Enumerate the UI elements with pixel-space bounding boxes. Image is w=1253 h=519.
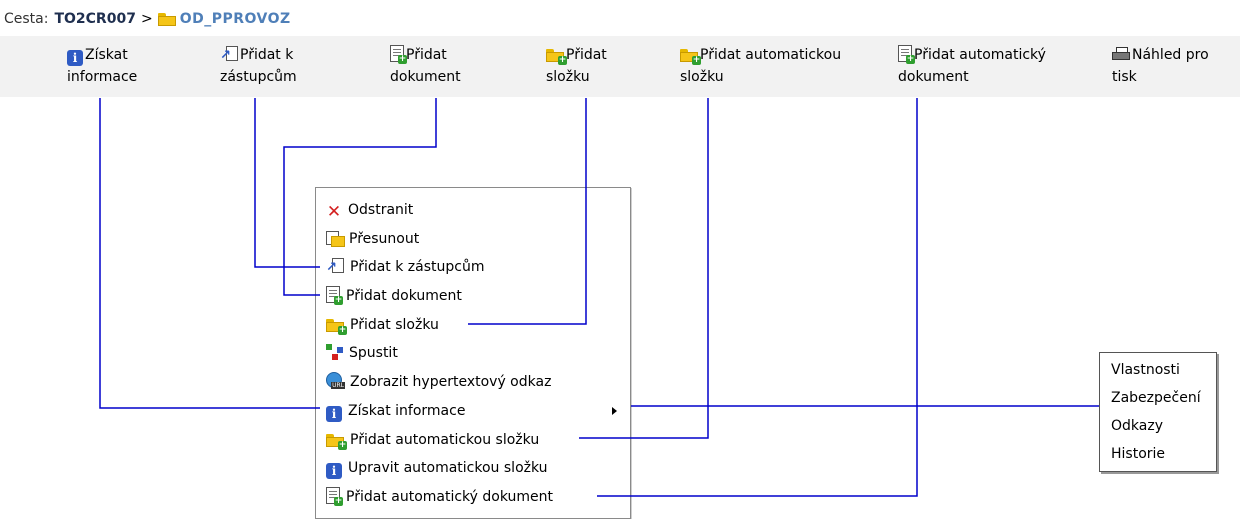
toolbar-label: Přidat [566,47,607,63]
menu-item-label: Přidat dokument [346,288,462,304]
menu-item-label: Spustit [349,345,398,361]
run-workflow-icon [326,344,343,360]
toolbar-label: tisk [1112,69,1137,85]
toolbar-print-preview[interactable]: Náhled pro tisk [1112,44,1209,88]
submenu-item-properties[interactable]: Vlastnosti [1111,358,1180,382]
breadcrumb-node[interactable]: TO2CR007 [54,11,135,27]
breadcrumb-label: Cesta: [4,11,49,27]
menu-item-delete[interactable]: ✕ Odstranit [326,198,413,222]
toolbar-add-folder[interactable]: + Přidat složku [546,44,607,88]
menu-item-add-shortcut[interactable]: ↗ Přidat k zástupcům [326,255,484,279]
connector-get-info [99,98,320,409]
toolbar-label: zástupcům [220,69,297,85]
submenu: Vlastnosti Zabezpečení Odkazy Historie [1099,352,1217,472]
add-shortcut-icon: ↗ [220,46,238,62]
add-auto-folder-icon: + [680,49,701,65]
toolbar-label: složku [680,69,724,85]
connector-add-auto-document [597,98,918,497]
add-shortcut-icon: ↗ [326,258,344,274]
add-folder-icon: + [546,49,567,65]
toolbar-label: Přidat [406,47,447,63]
connector-add-shortcut [254,98,320,268]
add-auto-folder-icon: + [326,434,347,450]
context-menu: ✕ Odstranit Přesunout ↗ Přidat k zástupcům… [315,187,631,519]
submenu-arrow-icon[interactable] [612,407,617,415]
toolbar-label: Získat [85,47,128,63]
menu-item-add-auto-folder[interactable]: + Přidat automatickou složku [326,428,539,452]
toolbar-label: Přidat automatickou [700,47,842,63]
toolbar-label: informace [67,69,138,85]
submenu-item-history[interactable]: Historie [1111,442,1165,466]
menu-item-add-document[interactable]: + Přidat dokument [326,284,462,308]
menu-item-label: Přidat k zástupcům [350,259,485,275]
info-icon: i [326,406,342,422]
toolbar-add-shortcut[interactable]: ↗ Přidat k zástupcům [220,44,297,88]
menu-item-label: Zobrazit hypertextový odkaz [350,374,552,390]
menu-item-show-url[interactable]: URL Zobrazit hypertextový odkaz [326,370,551,394]
toolbar [0,36,1240,97]
menu-item-label: Přidat automatickou složku [350,432,540,448]
menu-item-run[interactable]: Spustit [326,341,398,365]
toolbar-add-auto-folder[interactable]: + Přidat automatickou složku [680,44,841,88]
printer-icon [1112,47,1130,62]
delete-icon: ✕ [326,202,342,222]
menu-item-move[interactable]: Přesunout [326,227,419,251]
toolbar-label: dokument [390,69,461,85]
url-globe-icon: URL [326,372,345,389]
move-icon [326,231,345,247]
breadcrumb: Cesta: TO2CR007 > OD_PPROVOZ [4,9,291,29]
breadcrumb-separator: > [140,11,153,27]
menu-item-label: Přidat složku [350,317,439,333]
toolbar-add-auto-document[interactable]: + Přidat automatický dokument [898,44,1046,88]
menu-item-label: Odstranit [348,202,414,218]
toolbar-add-document[interactable]: + Přidat dokument [390,44,461,88]
toolbar-label: složku [546,69,590,85]
add-folder-icon: + [326,319,347,335]
info-icon: i [326,463,342,479]
folder-icon [157,12,176,26]
menu-item-label: Získat informace [348,403,466,419]
add-document-icon: + [390,45,407,64]
toolbar-label: dokument [898,69,969,85]
menu-item-add-folder[interactable]: + Přidat složku [326,313,439,337]
menu-item-label: Přidat automatický dokument [346,489,554,505]
menu-item-get-info[interactable]: i Získat informace [326,399,465,423]
toolbar-label: Přidat automatický [914,47,1046,63]
menu-item-label: Přesunout [349,231,420,247]
menu-item-edit-auto-folder[interactable]: i Upravit automatickou složku [326,456,548,480]
submenu-item-security[interactable]: Zabezpečení [1111,386,1201,410]
add-auto-document-icon: + [326,487,343,506]
toolbar-label: Náhled pro [1132,47,1209,63]
info-icon: i [67,50,83,66]
menu-item-add-auto-document[interactable]: + Přidat automatický dokument [326,485,553,509]
add-document-icon: + [326,286,343,305]
submenu-item-links[interactable]: Odkazy [1111,414,1163,438]
add-auto-document-icon: + [898,45,915,64]
toolbar-label: Přidat k [240,47,294,63]
menu-item-label: Upravit automatickou složku [348,460,548,476]
toolbar-get-info[interactable]: i Získat informace [67,44,137,88]
breadcrumb-current[interactable]: OD_PPROVOZ [180,11,291,27]
